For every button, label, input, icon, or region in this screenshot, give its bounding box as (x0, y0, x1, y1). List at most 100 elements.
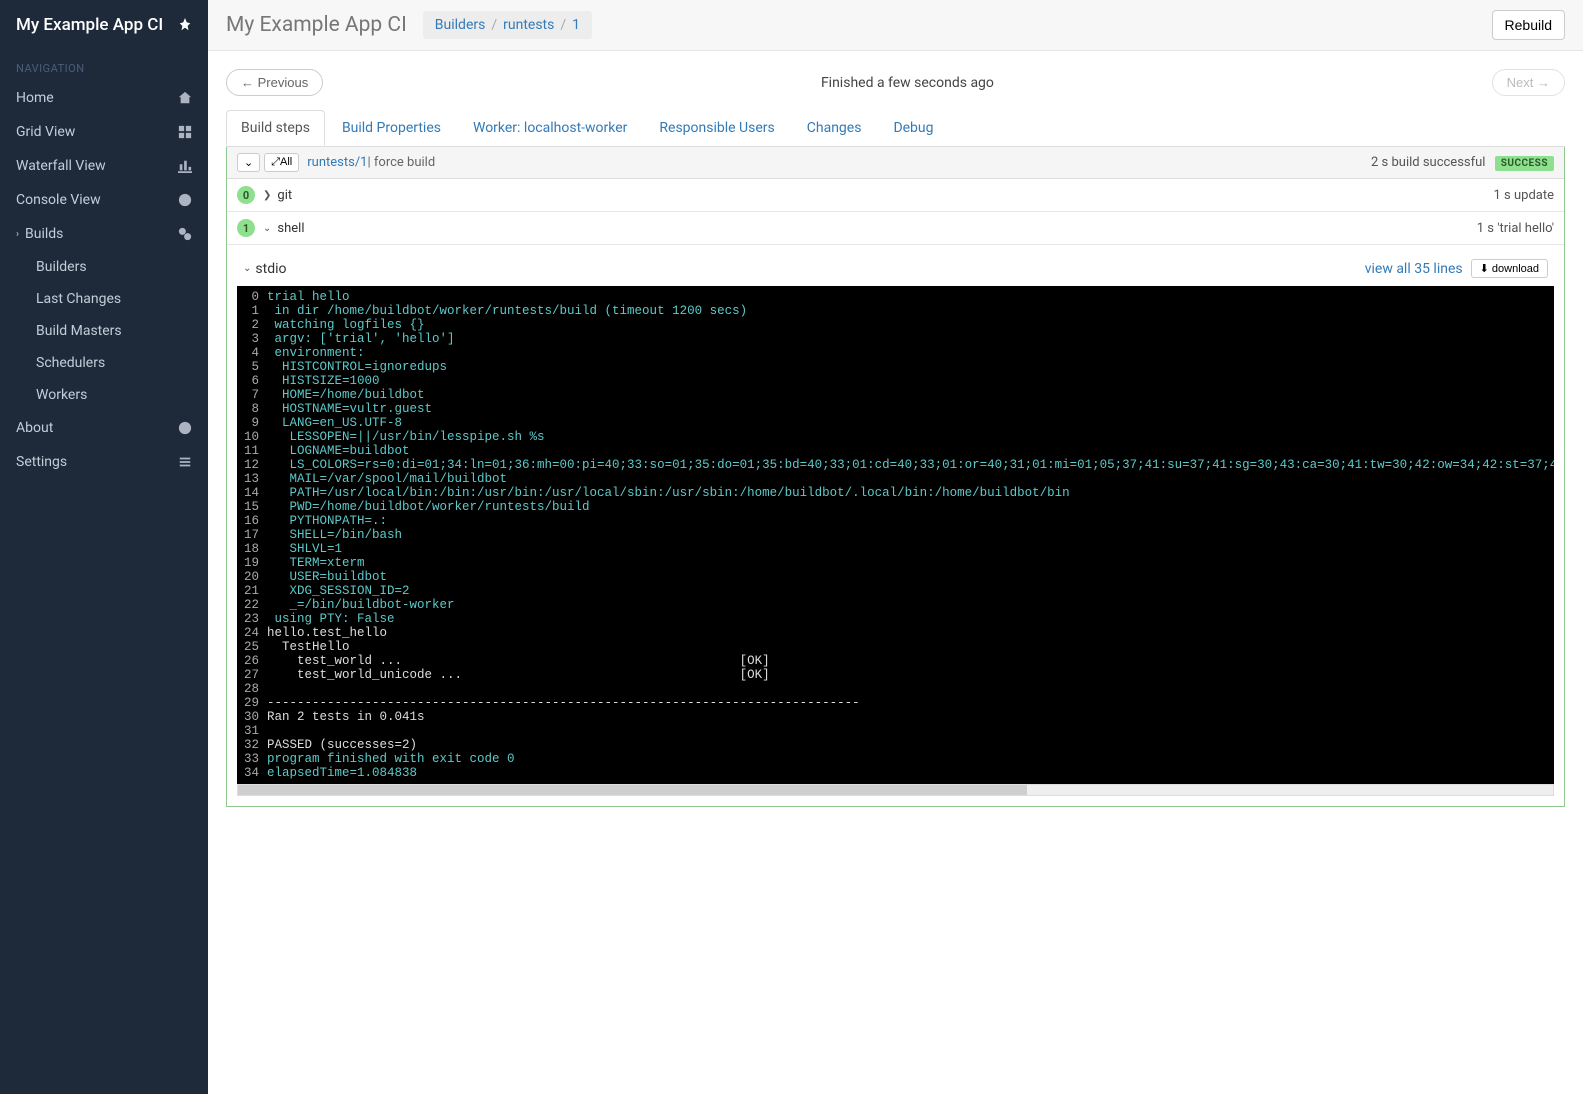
step-row[interactable]: 1 ⌄ shell 1 s 'trial hello' (227, 212, 1564, 245)
line-text: TERM=xterm (267, 556, 365, 570)
line-text: LESSOPEN=||/usr/bin/lesspipe.sh %s (267, 430, 545, 444)
expand-all-button[interactable]: ⤢All (264, 153, 299, 172)
terminal-line: 31 (237, 724, 1554, 738)
terminal-line: 23 using PTY: False (237, 612, 1554, 626)
sidebar-item-grid[interactable]: Grid View (0, 115, 208, 149)
terminal-line: 32PASSED (successes=2) (237, 738, 1554, 752)
chevron-down-icon[interactable]: ⌄ (243, 263, 251, 274)
line-text: PATH=/usr/local/bin:/bin:/usr/bin:/usr/l… (267, 486, 1070, 500)
tab-responsible-users[interactable]: Responsible Users (644, 110, 789, 146)
step-name: git (277, 188, 292, 203)
tab-build-steps[interactable]: Build steps (226, 110, 325, 146)
sidebar-item-waterfall[interactable]: Waterfall View (0, 149, 208, 183)
horizontal-scrollbar[interactable] (237, 784, 1554, 796)
line-text: MAIL=/var/spool/mail/buildbot (267, 472, 507, 486)
line-number: 10 (237, 430, 267, 444)
sidebar-item-console[interactable]: Console View (0, 183, 208, 217)
line-number: 11 (237, 444, 267, 458)
line-text: using PTY: False (267, 612, 395, 626)
build-ref-link[interactable]: runtests/1 (307, 155, 367, 170)
terminal-line: 7 HOME=/home/buildbot (237, 388, 1554, 402)
tab-changes[interactable]: Changes (792, 110, 877, 146)
sidebar-item-last-changes[interactable]: Last Changes (32, 283, 208, 315)
terminal-line: 1 in dir /home/buildbot/worker/runtests/… (237, 304, 1554, 318)
crumb-runtests[interactable]: runtests (503, 17, 554, 33)
scrollbar-thumb[interactable] (238, 785, 1027, 795)
terminal-line: 14 PATH=/usr/local/bin:/bin:/usr/bin:/us… (237, 486, 1554, 500)
line-number: 13 (237, 472, 267, 486)
terminal-line: 33program finished with exit code 0 (237, 752, 1554, 766)
status-badge: SUCCESS (1495, 156, 1554, 171)
chevron-right-icon[interactable]: ❯ (263, 190, 271, 201)
terminal-line: 5 HISTCONTROL=ignoredups (237, 360, 1554, 374)
download-label: download (1492, 263, 1539, 275)
sidebar-item-builds[interactable]: ›Builds (0, 217, 208, 251)
log-header: ⌄ stdio view all 35 lines ⬇ download (237, 255, 1554, 286)
line-number: 31 (237, 724, 267, 738)
sidebar-item-label: Workers (36, 387, 87, 403)
breadcrumb-sep: / (560, 17, 566, 33)
content: ← Previous Finished a few seconds ago Ne… (208, 51, 1583, 825)
tab-worker[interactable]: Worker: localhost-worker (458, 110, 642, 146)
line-text: _=/bin/buildbot-worker (267, 598, 455, 612)
line-text: ----------------------------------------… (267, 696, 860, 710)
sidebar-brand[interactable]: My Example App CI (0, 0, 208, 50)
terminal-line: 19 TERM=xterm (237, 556, 1554, 570)
chevron-down-icon: ⌄ (244, 157, 253, 169)
home-icon (178, 91, 192, 106)
line-text: in dir /home/buildbot/worker/runtests/bu… (267, 304, 747, 318)
line-text: SHLVL=1 (267, 542, 342, 556)
chevron-down-icon[interactable]: ⌄ (263, 223, 271, 234)
rebuild-button[interactable]: Rebuild (1492, 10, 1565, 40)
grid-icon (178, 125, 192, 140)
terminal-line: 22 _=/bin/buildbot-worker (237, 598, 1554, 612)
tabs: Build steps Build Properties Worker: loc… (226, 110, 1565, 147)
sidebar-item-home[interactable]: Home (0, 81, 208, 115)
sidebar-item-settings[interactable]: Settings (0, 445, 208, 479)
sidebar: My Example App CI NAVIGATION Home Grid V… (0, 0, 208, 1094)
next-button[interactable]: Next → (1492, 69, 1565, 96)
sidebar-item-label: Build Masters (36, 323, 122, 339)
terminal-line: 21 XDG_SESSION_ID=2 (237, 584, 1554, 598)
line-number: 12 (237, 458, 267, 472)
line-text: test_world ... [OK] (267, 654, 770, 668)
crumb-builders[interactable]: Builders (435, 17, 486, 33)
pin-icon[interactable] (178, 17, 192, 33)
line-number: 24 (237, 626, 267, 640)
line-number: 2 (237, 318, 267, 332)
sidebar-item-builders[interactable]: Builders (32, 251, 208, 283)
line-number: 32 (237, 738, 267, 752)
tab-build-properties[interactable]: Build Properties (327, 110, 456, 146)
app-name: My Example App CI (16, 15, 163, 35)
topbar: My Example App CI Builders / runtests / … (208, 0, 1583, 51)
line-text: PWD=/home/buildbot/worker/runtests/build (267, 500, 590, 514)
tab-debug[interactable]: Debug (878, 110, 948, 146)
line-number: 23 (237, 612, 267, 626)
collapse-toggle-button[interactable]: ⌄ (237, 153, 260, 172)
terminal-line: 27 test_world_unicode ... [OK] (237, 668, 1554, 682)
step-row[interactable]: 0 ❯ git 1 s update (227, 179, 1564, 212)
finished-status: Finished a few seconds ago (821, 75, 994, 91)
line-number: 0 (237, 290, 267, 304)
view-all-link[interactable]: view all 35 lines (1365, 261, 1463, 277)
line-number: 4 (237, 346, 267, 360)
sidebar-item-about[interactable]: About (0, 411, 208, 445)
step-name: shell (277, 221, 304, 236)
terminal-line: 3 argv: ['trial', 'hello'] (237, 332, 1554, 346)
paging-bar: ← Previous Finished a few seconds ago Ne… (226, 69, 1565, 96)
previous-button[interactable]: ← Previous (226, 69, 323, 96)
sidebar-item-label: Builders (36, 259, 87, 275)
download-button[interactable]: ⬇ download (1471, 259, 1548, 278)
crumb-build-id[interactable]: 1 (572, 17, 580, 33)
terminal-line: 16 PYTHONPATH=.: (237, 514, 1554, 528)
terminal-output[interactable]: 0trial hello1 in dir /home/buildbot/work… (237, 286, 1554, 784)
line-number: 28 (237, 682, 267, 696)
line-number: 22 (237, 598, 267, 612)
line-number: 30 (237, 710, 267, 724)
sidebar-item-workers[interactable]: Workers (32, 379, 208, 411)
step-number: 1 (237, 219, 255, 237)
sidebar-item-build-masters[interactable]: Build Masters (32, 315, 208, 347)
line-text: environment: (267, 346, 365, 360)
terminal-line: 9 LANG=en_US.UTF-8 (237, 416, 1554, 430)
sidebar-item-schedulers[interactable]: Schedulers (32, 347, 208, 379)
